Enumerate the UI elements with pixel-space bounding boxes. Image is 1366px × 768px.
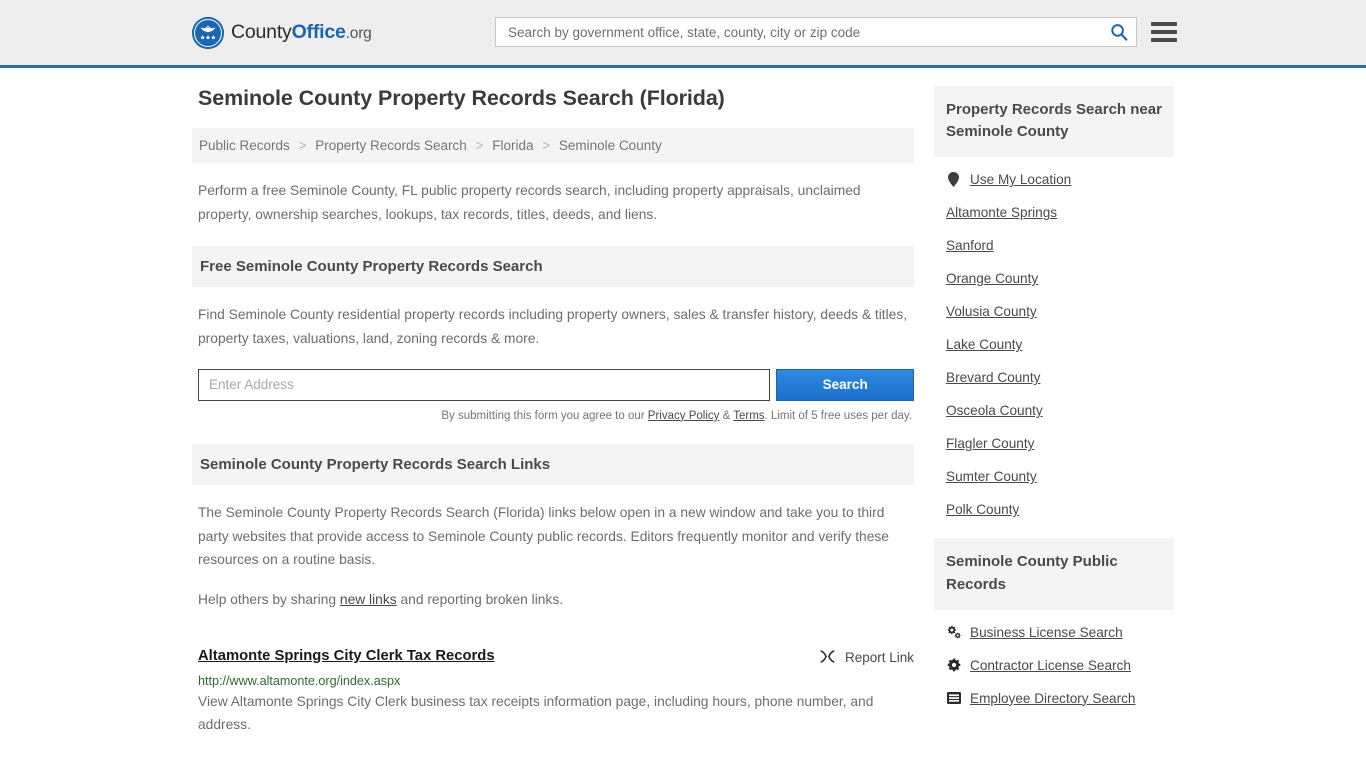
sidebar-item-label[interactable]: Polk County bbox=[946, 502, 1019, 517]
broken-link-icon bbox=[819, 649, 836, 667]
site-header: CountyOffice.org bbox=[0, 0, 1366, 68]
report-link-label: Report Link bbox=[844, 650, 914, 666]
sidebar-item-lake-county[interactable]: Lake County bbox=[946, 328, 1174, 361]
sidebar-item-label[interactable]: Employee Directory Search bbox=[970, 691, 1135, 706]
links-help-line: Help others by sharing new links and rep… bbox=[198, 588, 914, 612]
global-search-box[interactable] bbox=[495, 17, 1137, 47]
legal-suffix: . Limit of 5 free uses per day. bbox=[764, 409, 912, 422]
breadcrumb-separator: > bbox=[298, 138, 307, 153]
logo-wordmark: CountyOffice.org bbox=[231, 21, 372, 44]
sidebar-item-volusia-county[interactable]: Volusia County bbox=[946, 295, 1174, 328]
privacy-policy-link[interactable]: Privacy Policy bbox=[648, 410, 720, 422]
sidebar-public-records-list: Business License Search Contractor Licen… bbox=[934, 610, 1174, 715]
list-item: Altamonte Springs City Clerk Tax Records bbox=[198, 648, 914, 737]
sidebar-item-label[interactable]: Altamonte Springs bbox=[946, 205, 1057, 220]
free-search-heading: Free Seminole County Property Records Se… bbox=[192, 246, 914, 288]
new-links-link[interactable]: new links bbox=[340, 592, 397, 607]
sidebar-item-sumter-county[interactable]: Sumter County bbox=[946, 460, 1174, 493]
sidebar-item-label[interactable]: Orange County bbox=[946, 271, 1038, 286]
sidebar: Property Records Search near Seminole Co… bbox=[934, 86, 1174, 768]
page-title: Seminole County Property Records Search … bbox=[198, 86, 725, 110]
cog-icon bbox=[946, 658, 961, 672]
header-search-zone bbox=[495, 17, 1177, 47]
sidebar-item-use-my-location[interactable]: Use My Location bbox=[946, 163, 1174, 196]
sidebar-item-employee-directory-search[interactable]: Employee Directory Search bbox=[946, 682, 1174, 715]
breadcrumb-separator: > bbox=[475, 138, 484, 153]
site-logo[interactable]: CountyOffice.org bbox=[192, 16, 372, 49]
map-pin-icon bbox=[946, 172, 961, 188]
list-icon bbox=[946, 692, 961, 705]
record-link-description: View Altamonte Springs City Clerk busine… bbox=[198, 693, 874, 733]
breadcrumb-item-property-records-search[interactable]: Property Records Search bbox=[315, 138, 467, 153]
breadcrumb-item-public-records[interactable]: Public Records bbox=[199, 138, 290, 153]
sidebar-item-label[interactable]: Sanford bbox=[946, 238, 994, 253]
free-search-description: Find Seminole County residential propert… bbox=[198, 307, 908, 347]
breadcrumb-item-seminole-county[interactable]: Seminole County bbox=[559, 138, 662, 153]
eagle-seal-icon bbox=[192, 16, 224, 49]
sidebar-item-flagler-county[interactable]: Flagler County bbox=[946, 427, 1174, 460]
address-search-form: Search bbox=[198, 368, 914, 401]
breadcrumb: Public Records > Property Records Search… bbox=[192, 128, 914, 163]
record-link-title[interactable]: Altamonte Springs City Clerk Tax Records bbox=[198, 648, 495, 664]
links-section-heading: Seminole County Property Records Search … bbox=[192, 443, 914, 485]
hamburger-bar bbox=[1151, 22, 1177, 26]
logo-text-office: Office bbox=[291, 21, 346, 43]
sidebar-item-business-license-search[interactable]: Business License Search bbox=[946, 616, 1174, 649]
sidebar-item-label[interactable]: Lake County bbox=[946, 337, 1022, 352]
hamburger-bar bbox=[1151, 30, 1177, 34]
sidebar-item-label[interactable]: Volusia County bbox=[946, 304, 1037, 319]
sidebar-nearby-heading: Property Records Search near Seminole Co… bbox=[934, 86, 1174, 158]
help-prefix: Help others by sharing bbox=[198, 592, 340, 608]
breadcrumb-separator: > bbox=[542, 138, 551, 153]
address-input[interactable] bbox=[198, 368, 771, 401]
record-link-url[interactable]: http://www.altamonte.org/index.aspx bbox=[198, 674, 914, 688]
help-suffix: and reporting broken links. bbox=[396, 592, 564, 608]
form-legal-note: By submitting this form you agree to our… bbox=[192, 410, 914, 422]
links-section-paragraph: The Seminole County Property Records Sea… bbox=[198, 504, 889, 568]
report-link-button[interactable]: Report Link bbox=[819, 648, 914, 667]
hamburger-menu-icon[interactable] bbox=[1151, 22, 1177, 42]
sidebar-item-contractor-license-search[interactable]: Contractor License Search bbox=[946, 649, 1174, 682]
sidebar-item-polk-county[interactable]: Polk County bbox=[946, 493, 1174, 526]
sidebar-item-label[interactable]: Sumter County bbox=[946, 469, 1037, 484]
legal-amp: & bbox=[719, 409, 734, 422]
sidebar-item-label[interactable]: Osceola County bbox=[946, 403, 1043, 418]
logo-text-county: County bbox=[231, 21, 292, 43]
sidebar-item-brevard-county[interactable]: Brevard County bbox=[946, 361, 1174, 394]
legal-prefix: By submitting this form you agree to our bbox=[441, 409, 648, 422]
intro-paragraph: Perform a free Seminole County, FL publi… bbox=[198, 183, 861, 222]
sidebar-item-osceola-county[interactable]: Osceola County bbox=[946, 394, 1174, 427]
search-button[interactable]: Search bbox=[776, 368, 914, 401]
main-content: Seminole County Property Records Search … bbox=[192, 86, 914, 768]
sidebar-nearby-list: Use My Location Altamonte Springs Sanfor… bbox=[934, 157, 1174, 526]
logo-text-org: .org bbox=[345, 25, 372, 42]
sidebar-item-label[interactable]: Use My Location bbox=[970, 172, 1071, 187]
sidebar-item-orange-county[interactable]: Orange County bbox=[946, 262, 1174, 295]
cogs-icon bbox=[946, 625, 961, 639]
sidebar-item-sanford[interactable]: Sanford bbox=[946, 229, 1174, 262]
hamburger-bar bbox=[1151, 38, 1177, 42]
sidebar-item-label[interactable]: Flagler County bbox=[946, 436, 1034, 451]
search-icon[interactable] bbox=[1110, 23, 1128, 41]
sidebar-item-altamonte-springs[interactable]: Altamonte Springs bbox=[946, 196, 1174, 229]
sidebar-item-label[interactable]: Contractor License Search bbox=[970, 658, 1131, 673]
sidebar-item-label[interactable]: Brevard County bbox=[946, 370, 1040, 385]
search-input[interactable] bbox=[506, 23, 1110, 41]
sidebar-item-label[interactable]: Business License Search bbox=[970, 625, 1123, 640]
page-container: Seminole County Property Records Search … bbox=[0, 68, 1366, 768]
sidebar-public-records-heading: Seminole County Public Records bbox=[934, 538, 1174, 610]
breadcrumb-item-florida[interactable]: Florida bbox=[492, 138, 533, 153]
terms-link[interactable]: Terms bbox=[733, 410, 764, 422]
